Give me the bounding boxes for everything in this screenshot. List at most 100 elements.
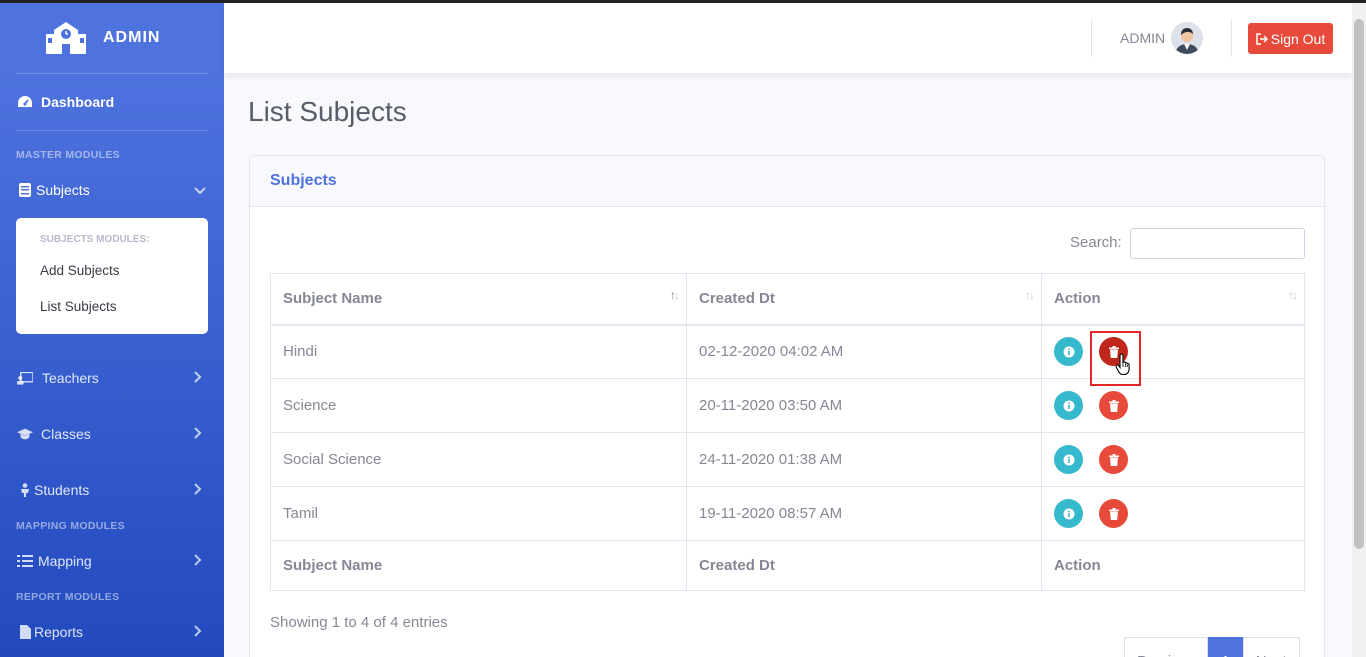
book-icon [17,182,33,198]
table-row: Hindi 02-12-2020 04:02 AM [270,324,1305,379]
cell-created-dt: 02-12-2020 04:02 AM [686,324,1042,379]
info-button[interactable] [1054,499,1083,528]
column-header-label: Created Dt [699,290,775,308]
info-icon [1063,454,1074,465]
sidebar-item-label: Subjects [36,182,90,198]
school-building-icon [46,22,86,54]
section-heading-mapping: MAPPING MODULES [16,520,125,532]
sidebar-item-classes[interactable]: Classes [0,420,224,448]
student-icon [17,482,33,498]
graduation-cap-icon [17,426,33,442]
cell-actions [1041,378,1305,433]
scrollbar-thumb[interactable] [1354,19,1364,549]
cell-subject-name: Social Science [270,432,687,487]
column-header-subject-name[interactable]: Subject Name ↑↓ [270,273,687,326]
column-header-created-dt[interactable]: Created Dt ↑↓ [686,273,1042,326]
file-icon [17,624,33,640]
topbar-divider [1231,19,1232,57]
chevron-right-icon [194,553,202,569]
sidebar-item-students[interactable]: Students [0,476,224,504]
info-icon [1063,346,1074,358]
info-button[interactable] [1054,337,1083,367]
chevron-right-icon [194,426,202,442]
delete-button[interactable] [1099,391,1128,420]
tachometer-icon [17,94,33,110]
submenu-item-add-subjects[interactable]: Add Subjects [40,263,120,278]
scrollbar[interactable] [1352,3,1366,657]
window-top-border [0,0,1366,3]
chalkboard-teacher-icon [17,370,33,386]
sign-out-button[interactable]: Sign Out [1248,23,1333,54]
subjects-submenu: SUBJECTS MODULES: Add Subjects List Subj… [16,218,208,334]
table-header-row: Subject Name ↑↓ Created Dt ↑↓ Action ↑↓ [270,273,1305,326]
topbar: ADMIN Sign Out [224,3,1352,73]
info-icon [1063,400,1074,411]
table-info: Showing 1 to 4 of 4 entries [270,614,448,631]
sidebar-item-mapping[interactable]: Mapping [0,547,224,575]
topbar-divider [1091,19,1092,57]
table-row: Science 20-11-2020 03:50 AM [270,378,1305,433]
cell-actions [1041,432,1305,487]
delete-button[interactable] [1099,445,1128,474]
section-heading-report: REPORT MODULES [16,591,120,603]
chevron-right-icon [194,482,202,498]
trash-icon [1108,507,1119,520]
column-header-action[interactable]: Action ↑↓ [1041,273,1305,326]
sidebar-item-label: Mapping [38,553,92,569]
search-input[interactable] [1130,228,1305,259]
sidebar-item-label: Students [34,482,90,498]
subjects-table: Subject Name ↑↓ Created Dt ↑↓ Action ↑↓ … [270,273,1305,591]
search-label: Search: [1070,234,1122,251]
sort-asc-icon: ↑↓ [670,288,680,302]
chevron-right-icon [194,370,202,386]
cell-created-dt: 19-11-2020 08:57 AM [686,486,1042,541]
card-title: Subjects [270,172,337,189]
sidebar: ADMIN Dashboard MASTER MODULES Subjects … [0,0,224,657]
brand-name: ADMIN [103,29,161,46]
section-heading-master: MASTER MODULES [16,149,120,161]
pagination-previous[interactable]: Previous [1124,637,1209,657]
sidebar-item-subjects[interactable]: Subjects [0,176,224,204]
cell-actions [1041,486,1305,541]
sidebar-item-label: Reports [34,624,84,640]
pagination-page-1[interactable]: 1 [1208,637,1243,657]
column-header-label: Subject Name [283,290,383,308]
subjects-card: Subjects Search: Subject Name ↑↓ Created… [249,155,1325,657]
sidebar-divider [16,130,208,131]
pagination: Previous 1 Next [1124,637,1300,657]
column-footer-created-dt: Created Dt [686,540,1042,591]
trash-icon [1108,399,1119,412]
info-button[interactable] [1054,445,1083,474]
chevron-down-icon [194,182,206,198]
submenu-item-list-subjects[interactable]: List Subjects [40,299,117,314]
trash-icon [1108,453,1119,466]
sign-out-label: Sign Out [1270,30,1326,47]
tasks-list-icon [17,553,33,569]
table-row: Tamil 19-11-2020 08:57 AM [270,486,1305,541]
delete-button[interactable] [1099,499,1128,528]
sidebar-item-label: Teachers [42,370,99,386]
chevron-right-icon [194,624,202,640]
sort-icon: ↑↓ [1288,288,1298,302]
submenu-heading: SUBJECTS MODULES: [40,234,150,245]
user-name[interactable]: ADMIN [1120,30,1165,46]
column-footer-action: Action [1041,540,1305,591]
sort-icon: ↑↓ [1025,288,1035,302]
cell-created-dt: 20-11-2020 03:50 AM [686,378,1042,433]
sidebar-item-dashboard[interactable]: Dashboard [0,88,224,116]
cell-subject-name: Science [270,378,687,433]
sidebar-item-teachers[interactable]: Teachers [0,364,224,392]
avatar[interactable] [1171,22,1203,54]
cell-subject-name: Hindi [270,324,687,379]
sidebar-brand[interactable]: ADMIN [0,3,224,73]
sidebar-item-label: Dashboard [41,94,115,110]
sidebar-divider [16,73,208,74]
page-title: List Subjects [248,96,407,127]
sign-out-icon [1256,32,1268,45]
sidebar-item-reports[interactable]: Reports [0,618,224,646]
info-button[interactable] [1054,391,1083,420]
pagination-next[interactable]: Next [1242,637,1300,657]
sidebar-item-label: Classes [41,426,91,442]
card-header: Subjects [250,156,1324,207]
cell-subject-name: Tamil [270,486,687,541]
